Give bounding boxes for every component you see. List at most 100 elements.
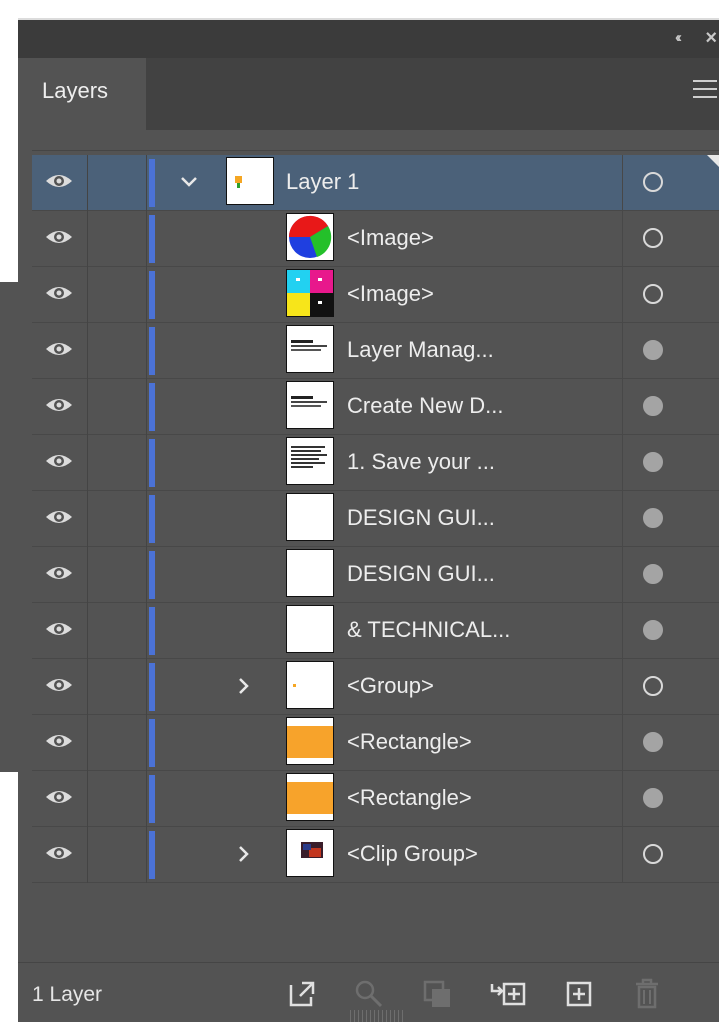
layer-color-indicator bbox=[149, 775, 155, 823]
locate-object-icon[interactable] bbox=[350, 975, 388, 1013]
target-toggle[interactable] bbox=[622, 155, 719, 211]
sublayer-row[interactable]: <Rectangle> bbox=[32, 771, 719, 827]
target-toggle[interactable] bbox=[622, 827, 719, 883]
visibility-toggle[interactable] bbox=[32, 659, 88, 715]
sublayer-row[interactable]: & TECHNICAL... bbox=[32, 603, 719, 659]
target-circle-icon bbox=[643, 564, 663, 584]
lock-toggle[interactable] bbox=[89, 323, 147, 379]
visibility-toggle[interactable] bbox=[32, 379, 88, 435]
layer-name[interactable]: <Rectangle> bbox=[347, 729, 472, 755]
visibility-toggle[interactable] bbox=[32, 491, 88, 547]
layer-name[interactable]: Create New D... bbox=[347, 393, 504, 419]
sublayer-row[interactable]: 1. Save your ... bbox=[32, 435, 719, 491]
layer-thumbnail bbox=[286, 661, 334, 709]
target-toggle[interactable] bbox=[622, 435, 719, 491]
layer-thumbnail bbox=[286, 605, 334, 653]
layer-name[interactable]: & TECHNICAL... bbox=[347, 617, 510, 643]
resize-grip[interactable] bbox=[350, 1010, 406, 1022]
tab-layers[interactable]: Layers bbox=[18, 58, 146, 130]
make-clipping-mask-icon[interactable] bbox=[418, 975, 456, 1013]
lock-toggle[interactable] bbox=[89, 771, 147, 827]
layer-thumbnail bbox=[286, 493, 334, 541]
layer-name[interactable]: Layer Manag... bbox=[347, 337, 494, 363]
layer-row[interactable]: Layer 1 bbox=[32, 155, 719, 211]
sublayer-row[interactable]: <Rectangle> bbox=[32, 715, 719, 771]
layer-thumbnail bbox=[226, 157, 274, 205]
sublayer-row[interactable]: Layer Manag... bbox=[32, 323, 719, 379]
target-toggle[interactable] bbox=[622, 603, 719, 659]
visibility-toggle[interactable] bbox=[32, 211, 88, 267]
layer-color-indicator bbox=[149, 607, 155, 655]
target-toggle[interactable] bbox=[622, 715, 719, 771]
visibility-toggle[interactable] bbox=[32, 715, 88, 771]
selection-corner-indicator bbox=[707, 155, 719, 167]
layers-panel: ‹‹ × Layers Layer 1 <Image> <Image> Layer M… bbox=[18, 18, 719, 1022]
visibility-toggle[interactable] bbox=[32, 827, 88, 883]
sublayer-row[interactable]: DESIGN GUI... bbox=[32, 491, 719, 547]
lock-toggle[interactable] bbox=[89, 155, 147, 211]
layer-name[interactable]: DESIGN GUI... bbox=[347, 505, 495, 531]
visibility-toggle[interactable] bbox=[32, 323, 88, 379]
lock-toggle[interactable] bbox=[89, 827, 147, 883]
layer-list: Layer 1 <Image> <Image> Layer Manag... Creat… bbox=[32, 150, 719, 962]
sublayer-row[interactable]: DESIGN GUI... bbox=[32, 547, 719, 603]
sublayer-row[interactable]: <Image> bbox=[32, 267, 719, 323]
lock-toggle[interactable] bbox=[89, 491, 147, 547]
chevron-right-icon[interactable] bbox=[230, 841, 256, 867]
close-icon[interactable]: × bbox=[705, 27, 717, 50]
create-sublayer-icon[interactable] bbox=[488, 975, 526, 1013]
layer-color-indicator bbox=[149, 159, 155, 207]
visibility-toggle[interactable] bbox=[32, 155, 88, 211]
visibility-toggle[interactable] bbox=[32, 267, 88, 323]
sublayer-row[interactable]: <Clip Group> bbox=[32, 827, 719, 883]
layer-name[interactable]: 1. Save your ... bbox=[347, 449, 495, 475]
layer-thumbnail bbox=[286, 325, 334, 373]
target-toggle[interactable] bbox=[622, 267, 719, 323]
target-circle-icon bbox=[643, 676, 663, 696]
visibility-toggle[interactable] bbox=[32, 547, 88, 603]
panel-menu-icon[interactable] bbox=[693, 80, 717, 102]
chevron-right-icon[interactable] bbox=[230, 673, 256, 699]
layer-count: 1 Layer bbox=[32, 983, 103, 1006]
visibility-toggle[interactable] bbox=[32, 435, 88, 491]
lock-toggle[interactable] bbox=[89, 267, 147, 323]
layer-thumbnail bbox=[286, 213, 334, 261]
double-chevron-left-icon[interactable]: ‹‹ bbox=[675, 29, 682, 46]
create-layer-icon[interactable] bbox=[560, 975, 598, 1013]
lock-toggle[interactable] bbox=[89, 211, 147, 267]
target-circle-icon bbox=[643, 452, 663, 472]
target-circle-icon bbox=[643, 788, 663, 808]
lock-toggle[interactable] bbox=[89, 659, 147, 715]
layer-name[interactable]: <Clip Group> bbox=[347, 841, 478, 867]
visibility-toggle[interactable] bbox=[32, 603, 88, 659]
lock-toggle[interactable] bbox=[89, 603, 147, 659]
delete-icon[interactable] bbox=[628, 975, 666, 1013]
lock-toggle[interactable] bbox=[89, 547, 147, 603]
chevron-down-icon[interactable] bbox=[176, 169, 202, 195]
visibility-toggle[interactable] bbox=[32, 771, 88, 827]
sublayer-row[interactable]: <Image> bbox=[32, 211, 719, 267]
layer-name[interactable]: <Rectangle> bbox=[347, 785, 472, 811]
target-toggle[interactable] bbox=[622, 491, 719, 547]
layer-name[interactable]: Layer 1 bbox=[286, 169, 359, 195]
target-toggle[interactable] bbox=[622, 659, 719, 715]
layer-thumbnail bbox=[286, 381, 334, 429]
target-toggle[interactable] bbox=[622, 547, 719, 603]
export-icon[interactable] bbox=[282, 975, 320, 1013]
layer-name[interactable]: <Image> bbox=[347, 281, 434, 307]
panel-titlebar: ‹‹ × bbox=[18, 20, 719, 58]
lock-toggle[interactable] bbox=[89, 379, 147, 435]
target-toggle[interactable] bbox=[622, 379, 719, 435]
sublayer-row[interactable]: Create New D... bbox=[32, 379, 719, 435]
layer-thumbnail bbox=[286, 829, 334, 877]
target-toggle[interactable] bbox=[622, 323, 719, 379]
lock-toggle[interactable] bbox=[89, 715, 147, 771]
target-toggle[interactable] bbox=[622, 771, 719, 827]
target-toggle[interactable] bbox=[622, 211, 719, 267]
layer-name[interactable]: <Group> bbox=[347, 673, 434, 699]
sublayer-row[interactable]: <Group> bbox=[32, 659, 719, 715]
lock-toggle[interactable] bbox=[89, 435, 147, 491]
layer-name[interactable]: DESIGN GUI... bbox=[347, 561, 495, 587]
target-circle-icon bbox=[643, 620, 663, 640]
layer-name[interactable]: <Image> bbox=[347, 225, 434, 251]
